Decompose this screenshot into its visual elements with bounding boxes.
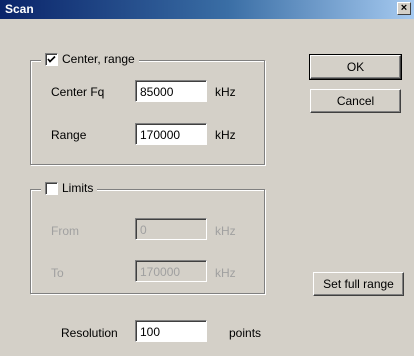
- ok-button[interactable]: OK: [309, 54, 402, 80]
- title-bar[interactable]: Scan ×: [0, 0, 414, 19]
- center-range-checkbox[interactable]: [45, 52, 58, 66]
- resolution-label: Resolution: [61, 326, 118, 340]
- center-fq-label: Center Fq: [51, 85, 105, 99]
- to-label: To: [51, 266, 64, 280]
- center-range-group: Center, range: [30, 52, 265, 165]
- resolution-unit: points: [229, 326, 262, 340]
- limits-legend[interactable]: Limits: [41, 181, 98, 195]
- from-input[interactable]: [135, 218, 207, 240]
- center-range-label: Center, range: [62, 52, 135, 66]
- range-label: Range: [51, 128, 87, 142]
- cancel-button[interactable]: Cancel: [310, 89, 401, 113]
- from-unit: kHz: [215, 224, 236, 238]
- set-full-range-button[interactable]: Set full range: [313, 272, 404, 296]
- resolution-input[interactable]: [135, 320, 207, 342]
- to-input[interactable]: [135, 260, 207, 282]
- checkmark-icon: [47, 55, 56, 63]
- range-unit: kHz: [215, 128, 236, 142]
- limits-label: Limits: [62, 181, 94, 195]
- range-input[interactable]: [135, 123, 207, 145]
- limits-checkbox[interactable]: [45, 181, 58, 195]
- scan-dialog: Scan × Center, range Center Fq kHz Range…: [0, 0, 414, 356]
- center-fq-input[interactable]: [135, 80, 207, 102]
- center-range-legend[interactable]: Center, range: [41, 52, 139, 66]
- center-fq-unit: kHz: [215, 85, 236, 99]
- close-icon[interactable]: ×: [397, 2, 411, 15]
- to-unit: kHz: [215, 266, 236, 280]
- window-title: Scan: [5, 2, 34, 16]
- from-label: From: [51, 224, 79, 238]
